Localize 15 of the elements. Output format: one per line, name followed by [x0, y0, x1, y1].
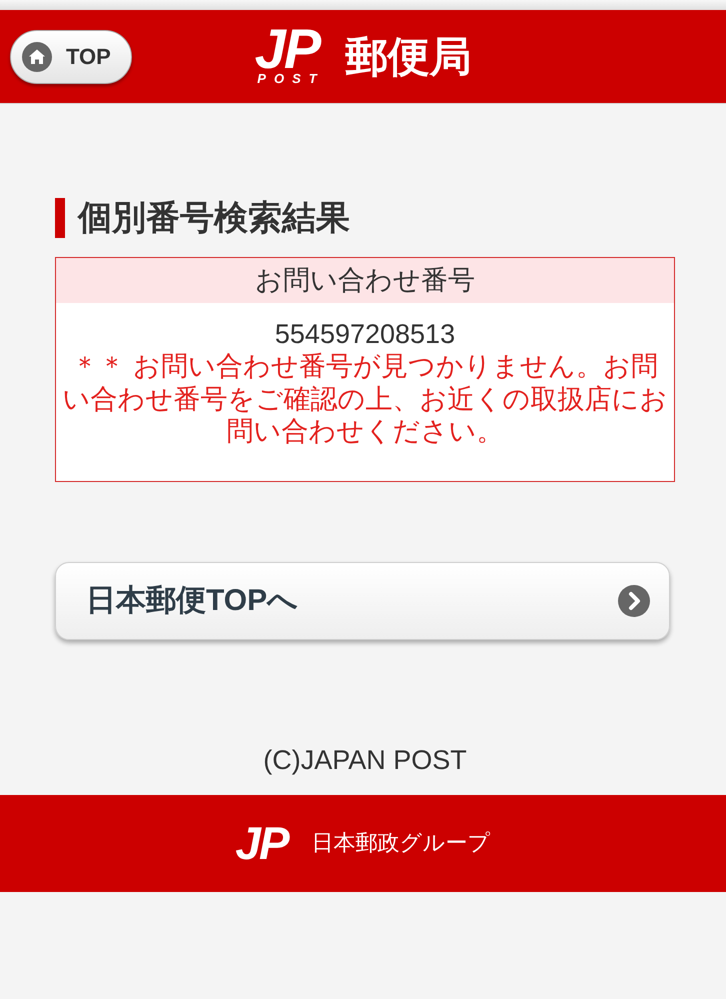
- inquiry-number: 554597208513: [274, 318, 456, 350]
- home-icon: [22, 42, 52, 72]
- site-title: 郵便局: [345, 32, 472, 82]
- copyright-text: (C)JAPAN POST: [262, 744, 468, 774]
- inquiry-number-heading: お問い合わせ番号: [56, 258, 674, 303]
- jp-logo: JP: [235, 823, 288, 863]
- japan-post-top-button[interactable]: 日本郵便TOPへ: [55, 562, 670, 640]
- page-title: 個別番号検索結果: [78, 198, 350, 238]
- error-message: ＊＊ お問い合わせ番号が見つかりません。お問い合わせ番号をご確認の上、お近くの取扱店にお問い合わせください。: [62, 350, 668, 448]
- group-name: 日本郵政グループ: [312, 829, 491, 857]
- title-accent-bar: [55, 198, 65, 238]
- logo-subtitle: POST: [257, 71, 325, 86]
- top-button[interactable]: TOP: [10, 30, 132, 84]
- chevron-right-icon: [618, 584, 650, 616]
- jp-logo: JP: [254, 27, 320, 71]
